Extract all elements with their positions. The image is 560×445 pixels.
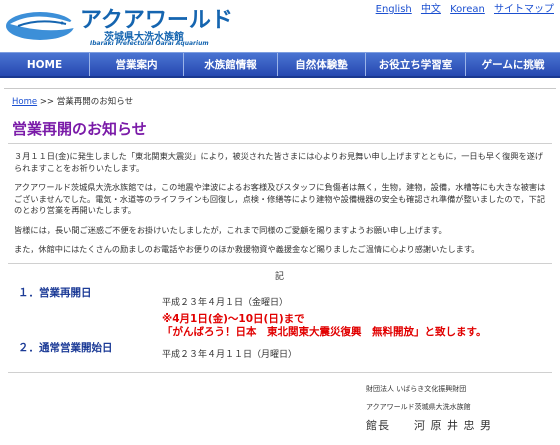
signature-org-1: 財団法人 いばらき文化振興財団 (366, 385, 467, 393)
section-divider (8, 263, 552, 264)
nav-game[interactable]: ゲームに挑戦 (466, 53, 560, 76)
nav-aquarium-info[interactable]: 水族館情報 (184, 53, 278, 76)
paragraph-4: また，休館中にはたくさんの励ましのお電話やお便りのほか救援物資や義援金など賜りま… (14, 244, 480, 254)
paragraph-3: 皆様には，長い間ご迷惑ご不便をお掛けいたしましたが，これまで同様のご愛顧を賜りま… (14, 225, 447, 235)
link-sitemap[interactable]: サイトマップ (494, 4, 554, 15)
breadcrumb: Home >> 営業再開のお知らせ (12, 95, 133, 107)
ki-heading: 記 (275, 272, 285, 282)
main-nav: HOME 営業案内 水族館情報 自然体験塾 お役立ち学習室 ゲームに挑戦 (0, 52, 560, 78)
signature-org-2: アクアワールド茨城県大洗水族館 (366, 403, 471, 411)
site-logo[interactable]: アクアワールド 茨城県大洗水族館 Ibaraki Prefectural Oar… (4, 2, 264, 48)
page-title: 営業再開のお知らせ (12, 120, 147, 138)
paragraph-2: アクアワールド茨城県大洗水族館では，この地震や津波によるお客様及びスタッフに負傷… (14, 182, 546, 215)
breadcrumb-current: 営業再開のお知らせ (56, 97, 134, 107)
breadcrumb-separator: >> (39, 97, 55, 107)
header-divider (4, 88, 556, 89)
nav-learning-room[interactable]: お役立ち学習室 (366, 53, 466, 76)
item-label-reopen: １．営業再開日 (18, 287, 92, 299)
nav-home[interactable]: HOME (0, 53, 90, 76)
red-note-line-2: 「がんばろう！日本 東北関東大震災復興 無料開放」と致します。 (162, 326, 487, 338)
fish-logo-icon (6, 12, 76, 40)
section-divider-2 (8, 372, 552, 373)
link-korean[interactable]: Korean (450, 4, 485, 15)
top-links: English 中文 Korean サイトマップ (370, 0, 554, 15)
signature-name: 館長 河 原 井 忠 男 (366, 419, 492, 432)
item-label-regular: ２．通常営業開始日 (18, 342, 113, 354)
red-note-line-1: ※4月1日(金)～10日(日)まで (162, 313, 305, 325)
logo-english: Ibaraki Prefectural Oarai Aquarium (90, 40, 209, 47)
breadcrumb-home[interactable]: Home (12, 97, 37, 107)
site-header: アクアワールド 茨城県大洗水族館 Ibaraki Prefectural Oar… (0, 0, 560, 52)
nav-nature-experience[interactable]: 自然体験塾 (278, 53, 366, 76)
link-chinese[interactable]: 中文 (421, 4, 441, 15)
item-value-reopen: 平成２３年４月１日（金曜日） (162, 298, 289, 308)
paragraph-1: ３月１１日(金)に発生しました「東北関東大震災」により，被災された皆さまには心よ… (14, 151, 544, 173)
item-value-regular: 平成２３年４月１１日（月曜日） (162, 350, 298, 360)
link-english[interactable]: English (376, 4, 412, 15)
nav-business-info[interactable]: 営業案内 (90, 53, 184, 76)
title-divider (8, 143, 552, 144)
